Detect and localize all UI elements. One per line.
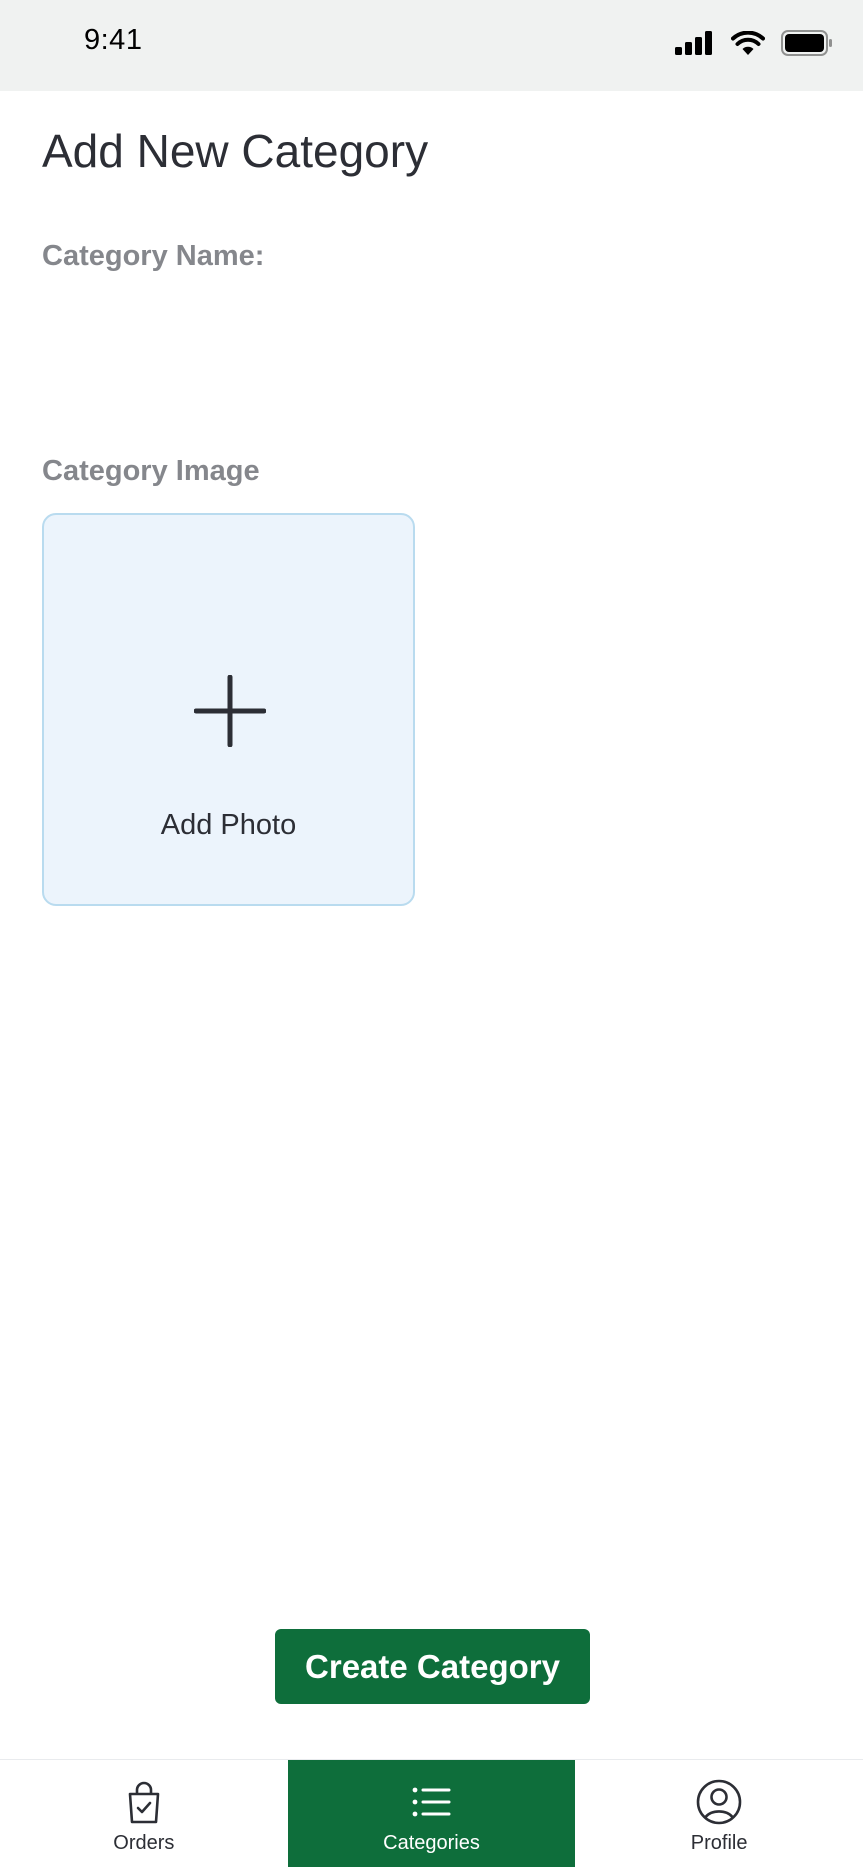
status-time: 9:41 xyxy=(84,24,143,56)
page-title: Add New Category xyxy=(42,125,429,177)
status-icons xyxy=(675,30,833,56)
create-category-button[interactable]: Create Category xyxy=(275,1629,590,1704)
user-circle-icon xyxy=(696,1779,742,1825)
list-icon xyxy=(413,1787,451,1817)
add-photo-button[interactable]: Add Photo xyxy=(42,513,415,906)
category-image-label: Category Image xyxy=(42,455,260,487)
tab-profile[interactable]: Profile xyxy=(575,1760,863,1867)
plus-icon xyxy=(194,675,266,747)
add-category-screen: 9:41 Add New Category Category Name: Cat… xyxy=(0,0,863,1867)
category-name-input[interactable] xyxy=(42,290,822,390)
signal-icon xyxy=(675,31,712,55)
tab-profile-label: Profile xyxy=(690,1832,748,1854)
tab-categories[interactable]: Categories xyxy=(287,1760,576,1867)
status-bar: 9:41 xyxy=(0,0,863,91)
battery-icon xyxy=(781,30,832,56)
tab-orders[interactable]: Orders xyxy=(0,1760,288,1867)
add-photo-label: Add Photo xyxy=(160,809,297,841)
category-name-label: Category Name: xyxy=(42,240,265,272)
wifi-icon xyxy=(731,31,765,55)
bottom-tab-bar: Orders Categories Profile xyxy=(0,1759,863,1867)
shopping-bag-check-icon xyxy=(128,1781,160,1824)
tab-orders-label: Orders xyxy=(113,1832,175,1854)
tab-categories-label: Categories xyxy=(383,1832,480,1854)
